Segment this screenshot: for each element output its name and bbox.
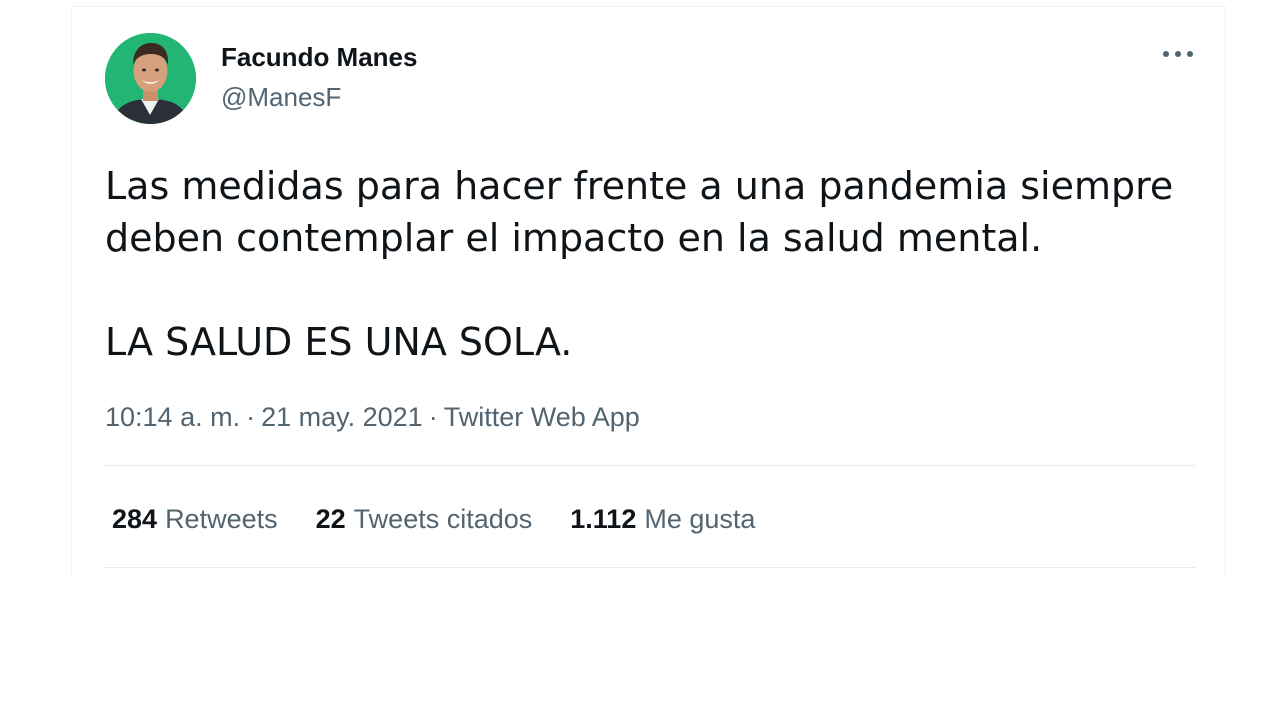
author-name[interactable]: Facundo Manes [221, 40, 417, 74]
avatar-photo-icon [105, 33, 196, 124]
quote-tweets-label: Tweets citados [353, 504, 533, 534]
tweet-paragraph-1: Las medidas para hacer frente a una pand… [105, 164, 1174, 260]
more-dots-icon [1163, 51, 1193, 57]
meta-separator: · [246, 402, 256, 432]
tweet-paragraph-2: LA SALUD ES UNA SOLA. [105, 320, 573, 364]
tweet-time[interactable]: 10:14 a. m. [105, 402, 240, 432]
divider [104, 465, 1196, 466]
avatar[interactable] [105, 33, 196, 124]
author-handle[interactable]: @ManesF [221, 80, 341, 114]
tweet-source-link[interactable]: Twitter Web App [444, 402, 640, 432]
likes-count: 1.112 [570, 504, 637, 534]
more-options-button[interactable] [1158, 38, 1198, 70]
divider [104, 567, 1196, 568]
likes-label: Me gusta [644, 504, 756, 534]
tweet-text: Las medidas para hacer frente a una pand… [105, 160, 1205, 368]
retweets-count: 284 [112, 504, 158, 534]
quote-tweets-count: 22 [315, 504, 346, 534]
meta-separator: · [428, 402, 438, 432]
tweet-metadata: 10:14 a. m. · 21 may. 2021 · Twitter Web App [105, 399, 640, 435]
likes-stat[interactable]: 1.112 Me gusta [570, 501, 755, 537]
retweets-label: Retweets [165, 504, 278, 534]
engagement-stats: 284 Retweets 22 Tweets citados 1.112 Me gus… [112, 501, 755, 537]
tweet-date[interactable]: 21 may. 2021 [261, 402, 423, 432]
retweets-stat[interactable]: 284 Retweets [112, 501, 278, 537]
quote-tweets-stat[interactable]: 22 Tweets citados [316, 501, 533, 537]
